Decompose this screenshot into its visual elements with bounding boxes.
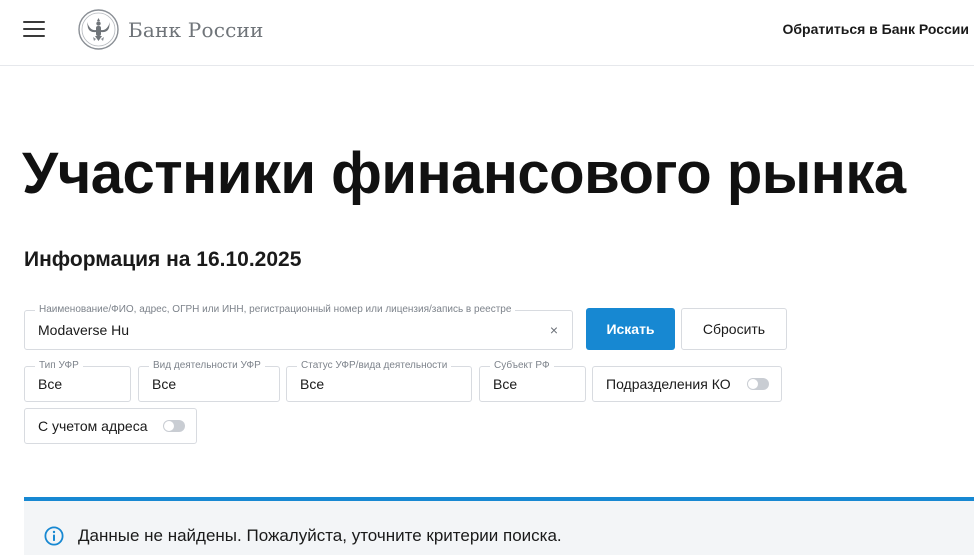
subject-value: Все bbox=[493, 376, 518, 392]
ko-divisions-knob bbox=[748, 379, 758, 389]
activity-type-value: Все bbox=[152, 376, 177, 392]
activity-type-legend: Вид деятельности УФР bbox=[149, 360, 265, 372]
search-input[interactable]: Наименование/ФИО, адрес, ОГРН или ИНН, р… bbox=[24, 304, 573, 350]
ko-divisions-label: Подразделения КО bbox=[606, 376, 731, 392]
ufr-type-select[interactable]: Тип УФР Все bbox=[24, 360, 131, 402]
contact-bank-link[interactable]: Обратиться в Банк России bbox=[783, 21, 969, 37]
with-address-toggle[interactable]: С учетом адреса bbox=[24, 408, 197, 444]
ko-divisions-switch[interactable] bbox=[747, 378, 769, 390]
eagle-emblem-icon bbox=[78, 9, 119, 50]
status-value: Все bbox=[300, 376, 325, 392]
with-address-knob bbox=[164, 421, 174, 431]
search-input-value: Modaverse Hu bbox=[38, 322, 130, 338]
clear-icon[interactable]: × bbox=[550, 323, 558, 337]
logo-text: Банк России bbox=[128, 17, 264, 42]
search-input-legend: Наименование/ФИО, адрес, ОГРН или ИНН, р… bbox=[35, 304, 516, 316]
bank-logo[interactable]: Банк России bbox=[78, 9, 264, 50]
activity-type-select[interactable]: Вид деятельности УФР Все bbox=[138, 360, 280, 402]
with-address-switch[interactable] bbox=[163, 420, 185, 432]
reset-button[interactable]: Сбросить bbox=[681, 308, 787, 350]
notice-text: Данные не найдены. Пожалуйста, уточните … bbox=[78, 526, 562, 545]
site-header: Банк России Обратиться в Банк России bbox=[0, 0, 974, 66]
menu-icon[interactable] bbox=[23, 21, 45, 37]
subject-legend: Субъект РФ bbox=[490, 360, 554, 372]
no-results-notice: Данные не найдены. Пожалуйста, уточните … bbox=[24, 497, 974, 555]
info-icon bbox=[44, 526, 64, 546]
ufr-type-value: Все bbox=[38, 376, 63, 392]
ufr-type-legend: Тип УФР bbox=[35, 360, 83, 372]
subject-select[interactable]: Субъект РФ Все bbox=[479, 360, 586, 402]
with-address-label: С учетом адреса bbox=[38, 418, 148, 434]
ko-divisions-toggle[interactable]: Подразделения КО bbox=[592, 366, 782, 402]
page-title: Участники финансового рынка bbox=[22, 141, 906, 206]
info-date-heading: Информация на 16.10.2025 bbox=[24, 248, 302, 271]
search-button[interactable]: Искать bbox=[586, 308, 675, 350]
status-legend: Статус УФР/вида деятельности bbox=[297, 360, 452, 372]
status-select[interactable]: Статус УФР/вида деятельности Все bbox=[286, 360, 472, 402]
